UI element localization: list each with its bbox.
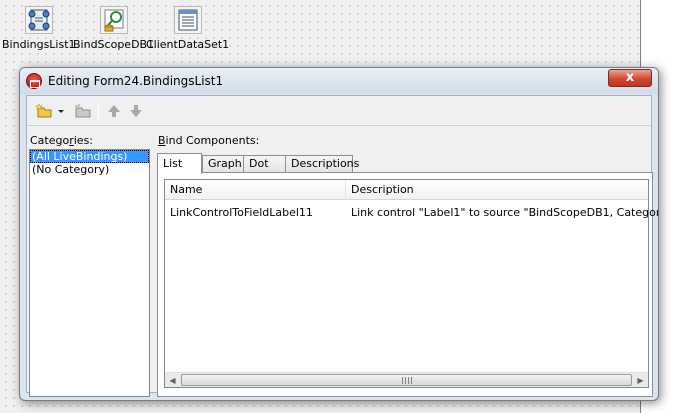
tab-list[interactable]: List (157, 153, 202, 174)
bind-components-label: Bind Components: (158, 134, 260, 147)
bindings-list-icon (24, 6, 53, 34)
scrollbar-grip-icon (401, 377, 412, 384)
list-tab-panel: Name Description LinkControlToFieldLabel… (157, 172, 658, 397)
component-bindscopedb1[interactable]: BindScopeDB1 (73, 6, 154, 51)
dialog-client-area: Categories: (All LiveBindings) (No Categ… (26, 95, 658, 397)
categories-label: Categories: (30, 134, 94, 147)
horizontal-scrollbar[interactable]: ◀ ▶ (165, 372, 648, 387)
column-header-name[interactable]: Name (165, 180, 345, 200)
scrollbar-thumb[interactable] (181, 374, 632, 386)
move-down-icon[interactable] (128, 103, 144, 119)
scroll-left-icon[interactable]: ◀ (165, 373, 180, 388)
row-name-cell: LinkControlToFieldLabel11 (170, 206, 313, 219)
client-dataset-icon (173, 6, 202, 34)
row-description-cell: Link control "Label1" to source "BindSco… (351, 206, 659, 219)
component-label: BindScopeDB1 (73, 38, 155, 51)
list-header: Name Description (165, 180, 648, 200)
bindings-editor-dialog: Editing Form24.BindingsList1 x Categorie… (19, 67, 659, 401)
tab-descriptions[interactable]: Descriptions (285, 155, 359, 173)
category-item-none[interactable]: (No Category) (30, 163, 149, 176)
new-binding-icon[interactable] (35, 103, 52, 119)
tab-graph[interactable]: Graph (202, 155, 244, 173)
dialog-titlebar[interactable]: Editing Form24.BindingsList1 x (20, 68, 658, 94)
tab-dot[interactable]: Dot (243, 155, 286, 173)
move-up-icon[interactable] (106, 103, 122, 119)
table-row[interactable]: LinkControlToFieldLabel11 Link control "… (165, 206, 658, 220)
dropdown-arrow-icon[interactable] (57, 103, 65, 119)
component-bindingslist1[interactable]: BindingsList1 (2, 6, 76, 51)
delphi-app-icon (26, 73, 42, 89)
column-header-description[interactable]: Description (346, 180, 646, 200)
toolbar (27, 96, 651, 126)
close-button[interactable]: x (608, 69, 652, 87)
bind-scope-db-icon (99, 6, 128, 34)
component-label: BindingsList1 (2, 38, 76, 51)
close-icon: x (625, 70, 635, 85)
bindings-list-view[interactable]: Name Description LinkControlToFieldLabel… (164, 179, 658, 388)
component-label: ClientDataSet1 (146, 38, 230, 51)
component-clientdataset1[interactable]: ClientDataSet1 (146, 6, 229, 51)
delete-binding-icon[interactable] (74, 103, 91, 119)
scroll-right-icon[interactable]: ▶ (633, 373, 648, 388)
categories-list[interactable]: (All LiveBindings) (No Category) (29, 149, 150, 397)
toolbar-separator (98, 102, 99, 120)
category-item-all[interactable]: (All LiveBindings) (30, 150, 149, 163)
dialog-title: Editing Form24.BindingsList1 (48, 74, 224, 88)
